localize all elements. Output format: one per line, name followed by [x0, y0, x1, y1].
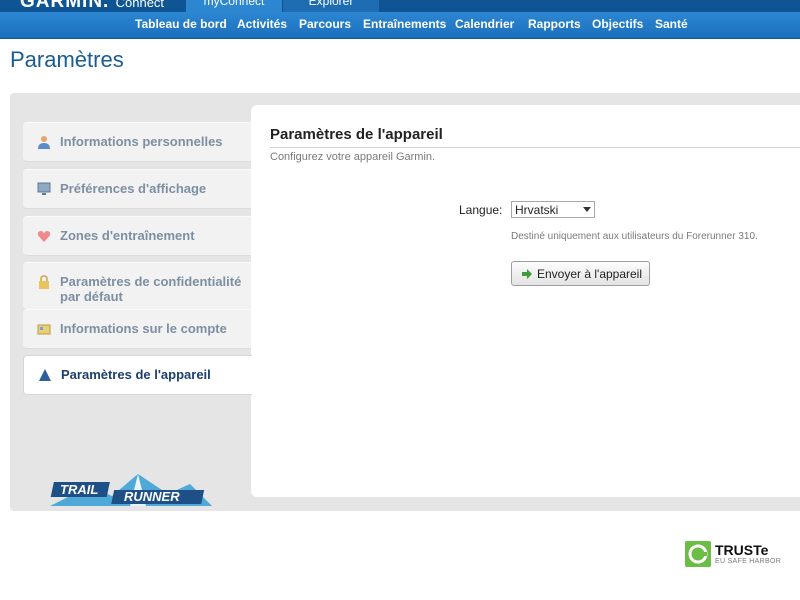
lock-icon	[39, 275, 49, 289]
language-label: Langue:	[459, 203, 503, 217]
language-selected-value: Hrvatski	[515, 203, 559, 217]
nav-entrainements[interactable]: Entraînements	[363, 12, 446, 38]
tab-myconnect[interactable]: myConnect	[186, 0, 282, 12]
garmin-connect-logo[interactable]: GARMIN. Connect	[20, 0, 164, 12]
sidebar-item-label: Paramètres de confidentialité par défaut	[60, 274, 242, 304]
sidebar-item-personal-info[interactable]: Informations personnelles	[23, 122, 251, 162]
truste-name: TRUSTe	[715, 542, 769, 558]
sidebar-item-label: Zones d'entraînement	[60, 228, 195, 243]
chevron-down-icon	[583, 207, 591, 212]
nav-tableau-de-bord[interactable]: Tableau de bord	[135, 12, 227, 38]
nav-activites[interactable]: Activités	[237, 12, 287, 38]
section-divider	[270, 147, 800, 148]
page-title: Paramètres	[10, 47, 124, 72]
sidebar-item-display-prefs[interactable]: Préférences d'affichage	[23, 169, 251, 209]
sidebar-item-privacy-settings[interactable]: Paramètres de confidentialité par défaut	[23, 262, 251, 310]
nav-rapports[interactable]: Rapports	[528, 12, 581, 38]
send-button-label: Envoyer à l'appareil	[537, 267, 643, 281]
monitor-icon	[37, 182, 51, 195]
top-header: GARMIN. Connect myConnect Explorer	[0, 0, 800, 12]
arrow-right-icon	[522, 269, 532, 279]
sidebar-item-account-info[interactable]: Informations sur le compte	[23, 309, 251, 349]
sidebar-item-label: Informations sur le compte	[60, 321, 227, 336]
section-title: Paramètres de l'appareil	[270, 126, 443, 143]
sidebar-item-device-settings[interactable]: Paramètres de l'appareil	[23, 355, 252, 395]
nav-objectifs[interactable]: Objectifs	[592, 12, 643, 38]
trail-runner-line1: TRAIL	[60, 482, 98, 497]
section-subtitle: Configurez votre appareil Garmin.	[270, 151, 436, 163]
person-icon	[38, 136, 50, 149]
language-note: Destiné uniquement aux utilisateurs du F…	[511, 231, 758, 242]
truste-seal-icon	[685, 541, 711, 567]
trail-runner-line2: RUNNER	[124, 489, 180, 504]
heart-icon	[37, 231, 51, 242]
sidebar-item-label: Paramètres de l'appareil	[61, 367, 211, 382]
language-select[interactable]: Hrvatski	[511, 201, 595, 218]
tab-explorer[interactable]: Explorer	[283, 0, 379, 12]
account-card-icon	[37, 324, 51, 335]
sidebar-item-training-zones[interactable]: Zones d'entraînement	[23, 216, 251, 256]
nav-parcours[interactable]: Parcours	[299, 12, 351, 38]
nav-calendrier[interactable]: Calendrier	[455, 12, 514, 38]
send-to-device-button[interactable]: Envoyer à l'appareil	[511, 261, 650, 286]
main-nav: Tableau de bord Activités Parcours Entra…	[0, 12, 800, 39]
triangle-icon	[39, 369, 51, 381]
sidebar-item-label: Préférences d'affichage	[60, 181, 207, 196]
truste-tagline: EU SAFE HARBOR	[715, 558, 782, 565]
nav-sante[interactable]: Santé	[655, 12, 688, 38]
sidebar-item-label: Informations personnelles	[60, 134, 223, 149]
content-area	[251, 105, 800, 497]
truste-badge[interactable]: TRUSTe EU SAFE HARBOR	[685, 541, 785, 571]
trail-runner-logo[interactable]: TRAIL RUNNER	[50, 472, 212, 506]
